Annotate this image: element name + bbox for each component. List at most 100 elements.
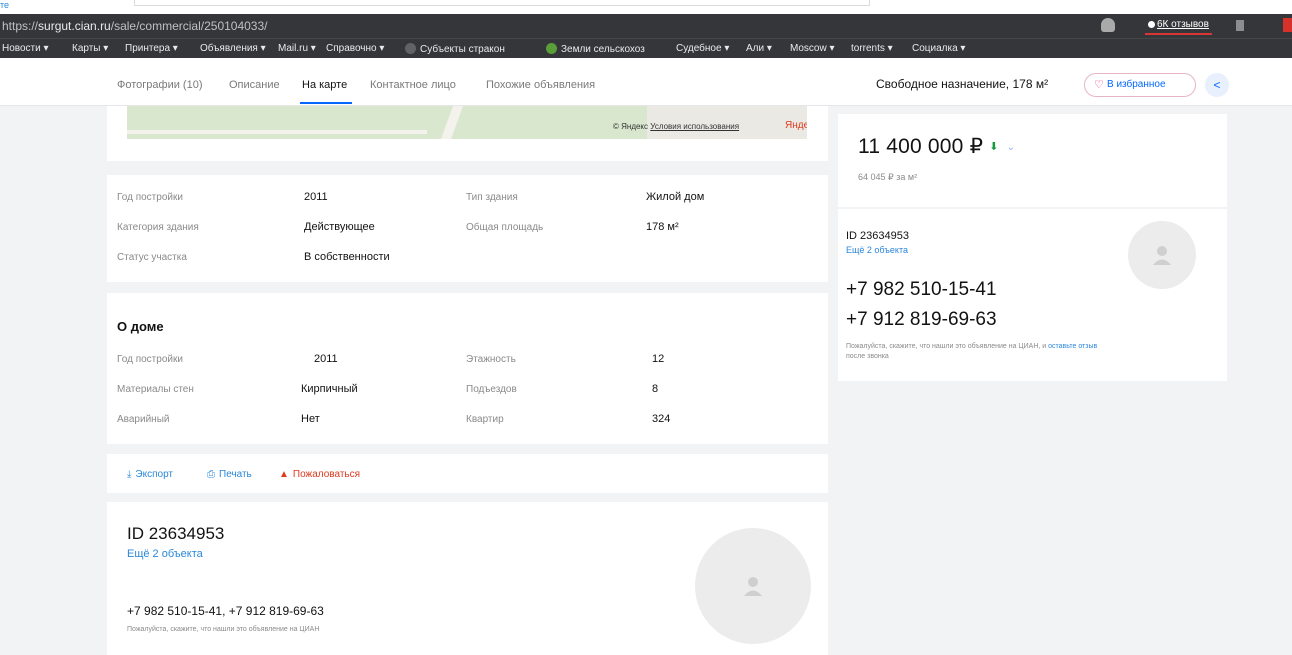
listing-actions: ⤓ Экспорт ⎙ Печать ▲ Пожаловаться — [107, 454, 828, 493]
building-key: Общая площадь — [466, 222, 544, 233]
house-value: Нет — [301, 413, 320, 425]
bookmark-item[interactable]: Али ▾ — [746, 43, 772, 54]
chevron-down-icon[interactable]: ⌄ — [1007, 142, 1016, 153]
contact-note-tail: после звонка — [846, 353, 889, 360]
house-value: 12 — [652, 353, 665, 365]
yandex-logo[interactable]: Яндекс — [785, 120, 807, 131]
tab-photos[interactable]: Фотографии (10) — [117, 79, 202, 91]
house-value: Кирпичный — [301, 383, 358, 395]
download-icon: ⤓ — [127, 469, 132, 480]
price: 11 400 000 ₽ ⬇ ⌄ — [858, 134, 1015, 159]
building-key: Тип здания — [466, 192, 518, 203]
bookmark-item[interactable]: Принтера ▾ — [125, 43, 178, 54]
bubble-icon — [1148, 20, 1155, 28]
bookmark-label: Земли сельскохоз — [561, 44, 645, 55]
building-info-card: Год постройки 2011 Тип здания Жилой дом … — [107, 175, 828, 282]
bookmark-item[interactable]: Объявления ▾ — [200, 43, 266, 54]
house-key: Квартир — [466, 414, 504, 425]
add-to-favorites-button[interactable]: ♡ В избранное — [1084, 73, 1196, 97]
url-prefix: https:// — [2, 19, 39, 33]
report-button[interactable]: ▲ Пожаловаться — [279, 469, 360, 480]
reviews-underline — [1145, 33, 1212, 35]
url-field[interactable]: https://surgut.cian.ru/sale/commercial/2… — [2, 19, 268, 33]
building-key: Год постройки — [117, 192, 183, 203]
avatar — [1128, 221, 1196, 289]
bookmark-icon[interactable] — [1236, 20, 1244, 31]
share-icon: < — [1213, 78, 1221, 92]
bookmark-item[interactable]: Социалка ▾ — [912, 43, 965, 54]
price-card: 11 400 000 ₽ ⬇ ⌄ 64 045 ₽ за м² — [838, 114, 1227, 207]
page-top-strip: те — [0, 0, 1292, 14]
active-tab-indicator — [300, 102, 352, 104]
house-value: 324 — [652, 413, 671, 425]
heart-icon: ♡ — [1094, 79, 1104, 91]
tab-similar[interactable]: Похожие объявления — [486, 79, 595, 91]
reviews-label: 6К отзывов — [1157, 19, 1209, 30]
contact-card: ID 23634953 Ещё 2 объекта +7 982 510-15-… — [838, 209, 1227, 381]
house-value: 8 — [652, 383, 659, 395]
map-card: © Яндекс Условия использования Яндекс — [107, 106, 828, 161]
user-placeholder-icon — [1153, 246, 1171, 265]
phone-number[interactable]: +7 982 510-15-41 — [846, 279, 997, 301]
about-house-card: О доме Год постройки 2011 Этажность 12 М… — [107, 293, 828, 444]
incognito-icon[interactable] — [1101, 18, 1115, 32]
contact-more-link[interactable]: Ещё 2 объекта — [846, 245, 908, 255]
bookmark-item[interactable]: Справочно ▾ — [326, 43, 384, 54]
agent-phones[interactable]: +7 982 510-15-41, +7 912 819-69-63 — [127, 604, 324, 618]
agent-more-link[interactable]: Ещё 2 объекта — [127, 548, 203, 560]
leave-review-link[interactable]: оставьте отзыв — [1048, 343, 1097, 350]
export-label: Экспорт — [135, 469, 173, 480]
dropdown-stub — [134, 0, 870, 6]
building-value: Действующее — [304, 221, 375, 233]
reviews-extension[interactable]: 6К отзывов — [1148, 19, 1209, 30]
map-view[interactable]: © Яндекс Условия использования Яндекс — [127, 106, 807, 139]
tab-description[interactable]: Описание — [229, 79, 280, 91]
price-value: 11 400 000 ₽ — [858, 135, 984, 158]
url-path: /sale/commercial/250104033/ — [110, 19, 268, 33]
contact-note-text: Пожалуйста, скажите, что нашли это объяв… — [846, 343, 1047, 350]
agent-note: Пожалуйста, скажите, что нашли это объяв… — [127, 626, 320, 633]
printer-icon: ⎙ — [207, 469, 215, 480]
house-key: Год постройки — [117, 354, 183, 365]
bookmark-item[interactable]: Moscow ▾ — [790, 43, 834, 54]
building-value: 2011 — [304, 191, 328, 203]
building-key: Категория здания — [117, 222, 199, 233]
bookmark-item[interactable]: Субъекты стракон — [405, 43, 505, 55]
contact-id: ID 23634953 — [846, 230, 909, 242]
map-road — [127, 130, 427, 134]
agent-card: ID 23634953 Ещё 2 объекта +7 982 510-15-… — [107, 502, 828, 655]
building-key: Статус участка — [117, 252, 187, 263]
listing-title: Свободное назначение, 178 м² — [876, 77, 1049, 91]
map-terms-link[interactable]: Условия использования — [650, 122, 739, 131]
browser-address-bar: https://surgut.cian.ru/sale/commercial/2… — [0, 14, 1292, 38]
report-label: Пожаловаться — [292, 469, 361, 480]
house-key: Этажность — [466, 354, 516, 365]
tab-contact[interactable]: Контактное лицо — [370, 79, 456, 91]
share-button[interactable]: < — [1205, 73, 1229, 97]
agent-id: ID 23634953 — [127, 524, 225, 543]
map-copyright-text: © Яндекс — [613, 122, 649, 131]
house-key: Подъездов — [466, 384, 517, 395]
house-key: Аварийный — [117, 414, 170, 425]
bookmark-item[interactable]: Новости ▾ — [2, 43, 49, 54]
favorites-label: В избранное — [1107, 79, 1166, 90]
user-placeholder-icon — [744, 577, 762, 596]
print-button[interactable]: ⎙ Печать — [207, 469, 252, 480]
bookmark-item[interactable]: Судебное ▾ — [676, 43, 729, 54]
extension-menu-icon[interactable] — [1283, 18, 1292, 32]
bookmarks-bar: Новости ▾ Карты ▾ Принтера ▾ Объявления … — [0, 38, 1292, 58]
bookmark-item[interactable]: torrents ▾ — [851, 43, 893, 54]
tab-map[interactable]: На карте — [302, 79, 347, 91]
bookmark-item[interactable]: Карты ▾ — [72, 43, 108, 54]
emblem-icon — [546, 43, 557, 54]
bookmark-item[interactable]: Земли сельскохоз — [546, 43, 645, 55]
bookmark-item[interactable]: Mail.ru ▾ — [278, 43, 316, 54]
building-value: В собственности — [304, 251, 390, 263]
house-value: 2011 — [314, 353, 338, 365]
building-value: 178 м² — [646, 221, 679, 233]
price-per-meter: 64 045 ₽ за м² — [858, 172, 918, 182]
phone-number[interactable]: +7 912 819-69-63 — [846, 309, 997, 331]
export-button[interactable]: ⤓ Экспорт — [127, 469, 173, 480]
section-title: О доме — [117, 319, 164, 334]
url-host: surgut.cian.ru — [38, 19, 111, 33]
